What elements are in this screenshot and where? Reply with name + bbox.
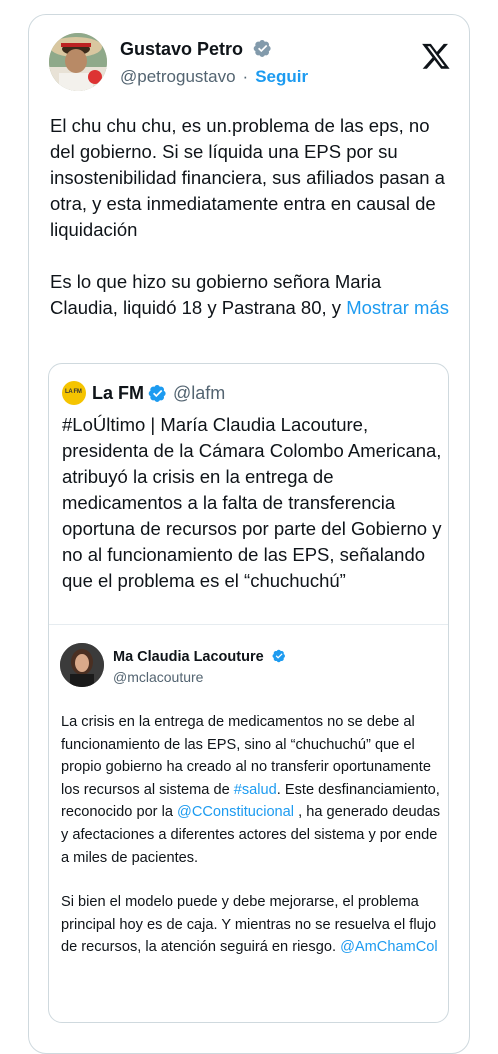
tweet-header: Gustavo Petro @petrogustavo · Seguir [49, 33, 451, 97]
quoted-tweet[interactable]: LA FM La FM @lafm #LoÚltimo | María Claud… [48, 363, 449, 1023]
quoted-tweet-text: #LoÚltimo | María Claudia Lacouture, pre… [62, 414, 442, 591]
separator-dot: · [242, 67, 249, 86]
tweet-text: El chu chu chu, es un.problema de las ep… [50, 113, 454, 321]
tweet-paragraph-1: El chu chu chu, es un.problema de las ep… [50, 115, 445, 240]
author-avatar[interactable] [49, 33, 107, 91]
verified-badge-icon [253, 40, 271, 57]
verified-badge-icon [272, 649, 285, 663]
embedded-author-name: Ma Claudia Lacouture [113, 649, 286, 665]
tweet-paragraph-2-text: Es lo que hizo su gobierno señora Maria … [50, 271, 382, 318]
verified-badge-icon [148, 384, 166, 402]
embedded-tweet-text: La crisis en la entrega de medicamentos … [61, 711, 441, 959]
quoted-author-name[interactable]: La FM [92, 383, 144, 404]
author-name[interactable]: Gustavo Petro [120, 39, 272, 60]
x-logo-icon[interactable] [421, 41, 451, 71]
tweet-card: Gustavo Petro @petrogustavo · Seguir El ch… [28, 14, 470, 1054]
avatar-image [49, 33, 107, 91]
embedded-paragraph-2: Si bien el modelo puede y debe mejorarse… [61, 891, 441, 959]
tweet-paragraph-2: Es lo que hizo su gobierno señora Maria … [50, 269, 454, 321]
embedded-avatar-image [60, 643, 104, 687]
embedded-author-avatar [60, 643, 104, 687]
author-name-text: Gustavo Petro [120, 39, 244, 59]
embedded-tweet-image[interactable]: Ma Claudia Lacouture @mclacouture La cri… [49, 624, 448, 1022]
quoted-tweet-header: LA FM La FM @lafm [62, 381, 225, 407]
embedded-paragraph-1: La crisis en la entrega de medicamentos … [61, 711, 441, 869]
embedded-author-handle: @mclacouture [113, 669, 204, 685]
lafm-logo-text: LA FM [65, 389, 82, 395]
cconstitucional-mention: @CConstitucional [177, 804, 295, 821]
author-handle-line: @petrogustavo · Seguir [120, 67, 308, 87]
lafm-avatar[interactable]: LA FM [62, 381, 86, 405]
follow-button[interactable]: Seguir [255, 67, 308, 86]
amchamcol-mention: @AmChamCol [340, 939, 438, 956]
author-handle[interactable]: @petrogustavo [120, 67, 236, 86]
embedded-author-name-text: Ma Claudia Lacouture [113, 649, 264, 665]
quoted-author-handle[interactable]: @lafm [173, 383, 225, 404]
show-more-link[interactable]: Mostrar más [346, 297, 449, 318]
salud-hashtag: #salud [233, 781, 277, 798]
